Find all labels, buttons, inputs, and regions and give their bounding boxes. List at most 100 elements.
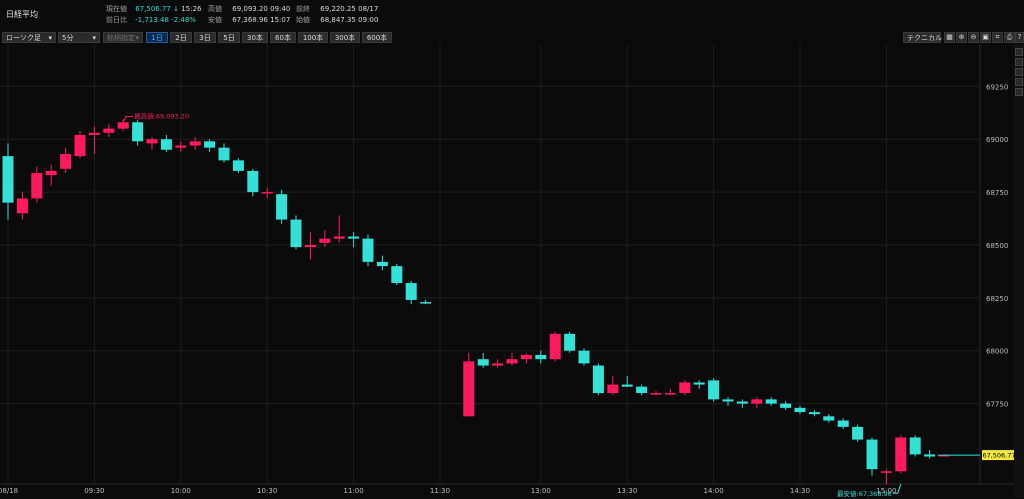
high-annotation: 最高値:69,093.20 [134, 111, 189, 120]
low-label: 安値 [208, 16, 222, 24]
down-arrow-icon: ↓ [173, 5, 179, 13]
candle-body [247, 170, 259, 193]
x-tick-label: 11:00 [344, 487, 364, 495]
chart-type-select[interactable]: ローソク足 ▾ [2, 32, 56, 43]
scroll-button[interactable] [1015, 58, 1023, 66]
range-button-60本[interactable]: 60本 [270, 32, 296, 43]
candle-body [2, 156, 14, 203]
print-icon[interactable]: ⎙ [1004, 32, 1015, 43]
candle-body [736, 401, 748, 404]
change-pct: -2.48% [171, 16, 196, 24]
scroll-button[interactable] [1015, 78, 1023, 86]
candle-body [880, 471, 892, 473]
scroll-button[interactable] [1015, 68, 1023, 76]
candle-body [693, 382, 705, 385]
interval-select[interactable]: 5分 ▾ [58, 32, 100, 43]
candle-body [837, 420, 849, 427]
candle-body [765, 399, 777, 404]
candle-body [924, 454, 936, 457]
current-label: 現在値 [106, 5, 127, 13]
candle-body [88, 132, 100, 135]
candle-body [376, 261, 388, 267]
range-button-1日[interactable]: 1日 [146, 32, 168, 43]
quote-col-current: 現在値 67,506.77 ↓ 15:26 前日比 -1,713.48 -2.4… [106, 4, 201, 26]
x-tick-label: 09:30 [84, 487, 104, 495]
change-label: 前日比 [106, 16, 127, 24]
scroll-down-button[interactable] [1015, 88, 1023, 96]
candle-body [74, 134, 86, 157]
chart-type-label: ローソク足 [6, 34, 41, 42]
zoom-out-icon[interactable]: ⊖ [968, 32, 979, 43]
range-button-300本[interactable]: 300本 [330, 32, 360, 43]
candle-body [189, 141, 201, 146]
candle-body [16, 198, 28, 214]
high-label: 高値 [208, 5, 222, 13]
technical-button[interactable]: テクニカル [903, 32, 942, 43]
candle-body [564, 333, 576, 351]
candle-body [578, 350, 590, 364]
candle-body [60, 154, 72, 169]
candle-body [362, 238, 374, 262]
candle-body [549, 333, 561, 360]
current-price-label: 67,506.77 [982, 452, 1015, 460]
range-button-3日[interactable]: 3日 [194, 32, 216, 43]
candle-body [405, 283, 417, 300]
x-tick-label: 14:30 [790, 487, 810, 495]
prev-label: 前終 [296, 5, 310, 13]
open-value: 68,847.35 [320, 16, 356, 24]
x-tick-label: 08/18 [0, 487, 18, 495]
zoom-in-icon[interactable]: ⊕ [956, 32, 967, 43]
vertical-scrollbar[interactable] [1014, 44, 1024, 497]
x-tick-label: 10:00 [171, 487, 191, 495]
low-value: 67,368.96 [232, 16, 268, 24]
chevron-down-icon: ▾ [92, 34, 96, 42]
range-button-30本[interactable]: 30本 [242, 32, 268, 43]
compare-select[interactable]: 銘柄指定 ▾ [103, 32, 143, 43]
x-tick-label: 10:30 [257, 487, 277, 495]
range-button-600本[interactable]: 600本 [362, 32, 392, 43]
candle-body [31, 173, 43, 199]
candle-body [333, 236, 345, 239]
y-tick-label: 69000 [986, 136, 1008, 144]
prev-date: 08/17 [358, 5, 379, 13]
x-tick-label: 13:00 [531, 487, 551, 495]
y-tick-label: 68250 [986, 295, 1008, 303]
candle-body [492, 363, 504, 366]
candlestick-chart[interactable]: 67750 68000 68250 68500 68750 69000 69250 08/18… [0, 44, 1024, 498]
range-button-100本[interactable]: 100本 [298, 32, 328, 43]
low-annotation: 最安値:67,368.96 [837, 489, 892, 497]
current-time: 15:26 [181, 5, 202, 13]
range-button-5日[interactable]: 5日 [218, 32, 240, 43]
candle-body [391, 266, 403, 284]
y-tick-label: 68750 [986, 189, 1008, 197]
scroll-up-button[interactable] [1015, 48, 1023, 56]
compare-label: 銘柄指定 [107, 34, 135, 42]
candle-body [535, 354, 547, 360]
candle-body [520, 354, 532, 360]
x-tick-label: 14:00 [704, 487, 724, 495]
candle-body [463, 361, 475, 417]
candle-body [621, 384, 633, 387]
candle-body [794, 407, 806, 413]
help-icon[interactable]: ? [1015, 32, 1024, 43]
range-button-2日[interactable]: 2日 [170, 32, 192, 43]
candle-body [348, 236, 360, 239]
image-icon[interactable]: ▣ [980, 32, 991, 43]
candle-body [304, 244, 316, 248]
bar-chart-icon[interactable]: ▦ [944, 32, 955, 43]
candle-body [679, 382, 691, 394]
open-label: 始値 [296, 16, 310, 24]
candle-body [45, 170, 57, 176]
crop-icon[interactable]: ⌗ [992, 32, 1003, 43]
chart-toolbar: ローソク足 ▾ 5分 ▾ 銘柄指定 ▾ 1日 2日 3日 5日 30本 60本 100本 30… [0, 32, 1024, 44]
y-tick-label: 67750 [986, 401, 1008, 409]
candle-body [204, 141, 216, 148]
candle-body [895, 437, 907, 472]
candle-body [823, 416, 835, 421]
y-tick-label: 68000 [986, 348, 1008, 356]
x-tick-label: 13:30 [617, 487, 637, 495]
x-tick-label: 11:30 [430, 487, 450, 495]
y-tick-label: 69250 [986, 83, 1008, 91]
candle-body [751, 399, 763, 404]
high-time: 09:40 [270, 5, 291, 13]
